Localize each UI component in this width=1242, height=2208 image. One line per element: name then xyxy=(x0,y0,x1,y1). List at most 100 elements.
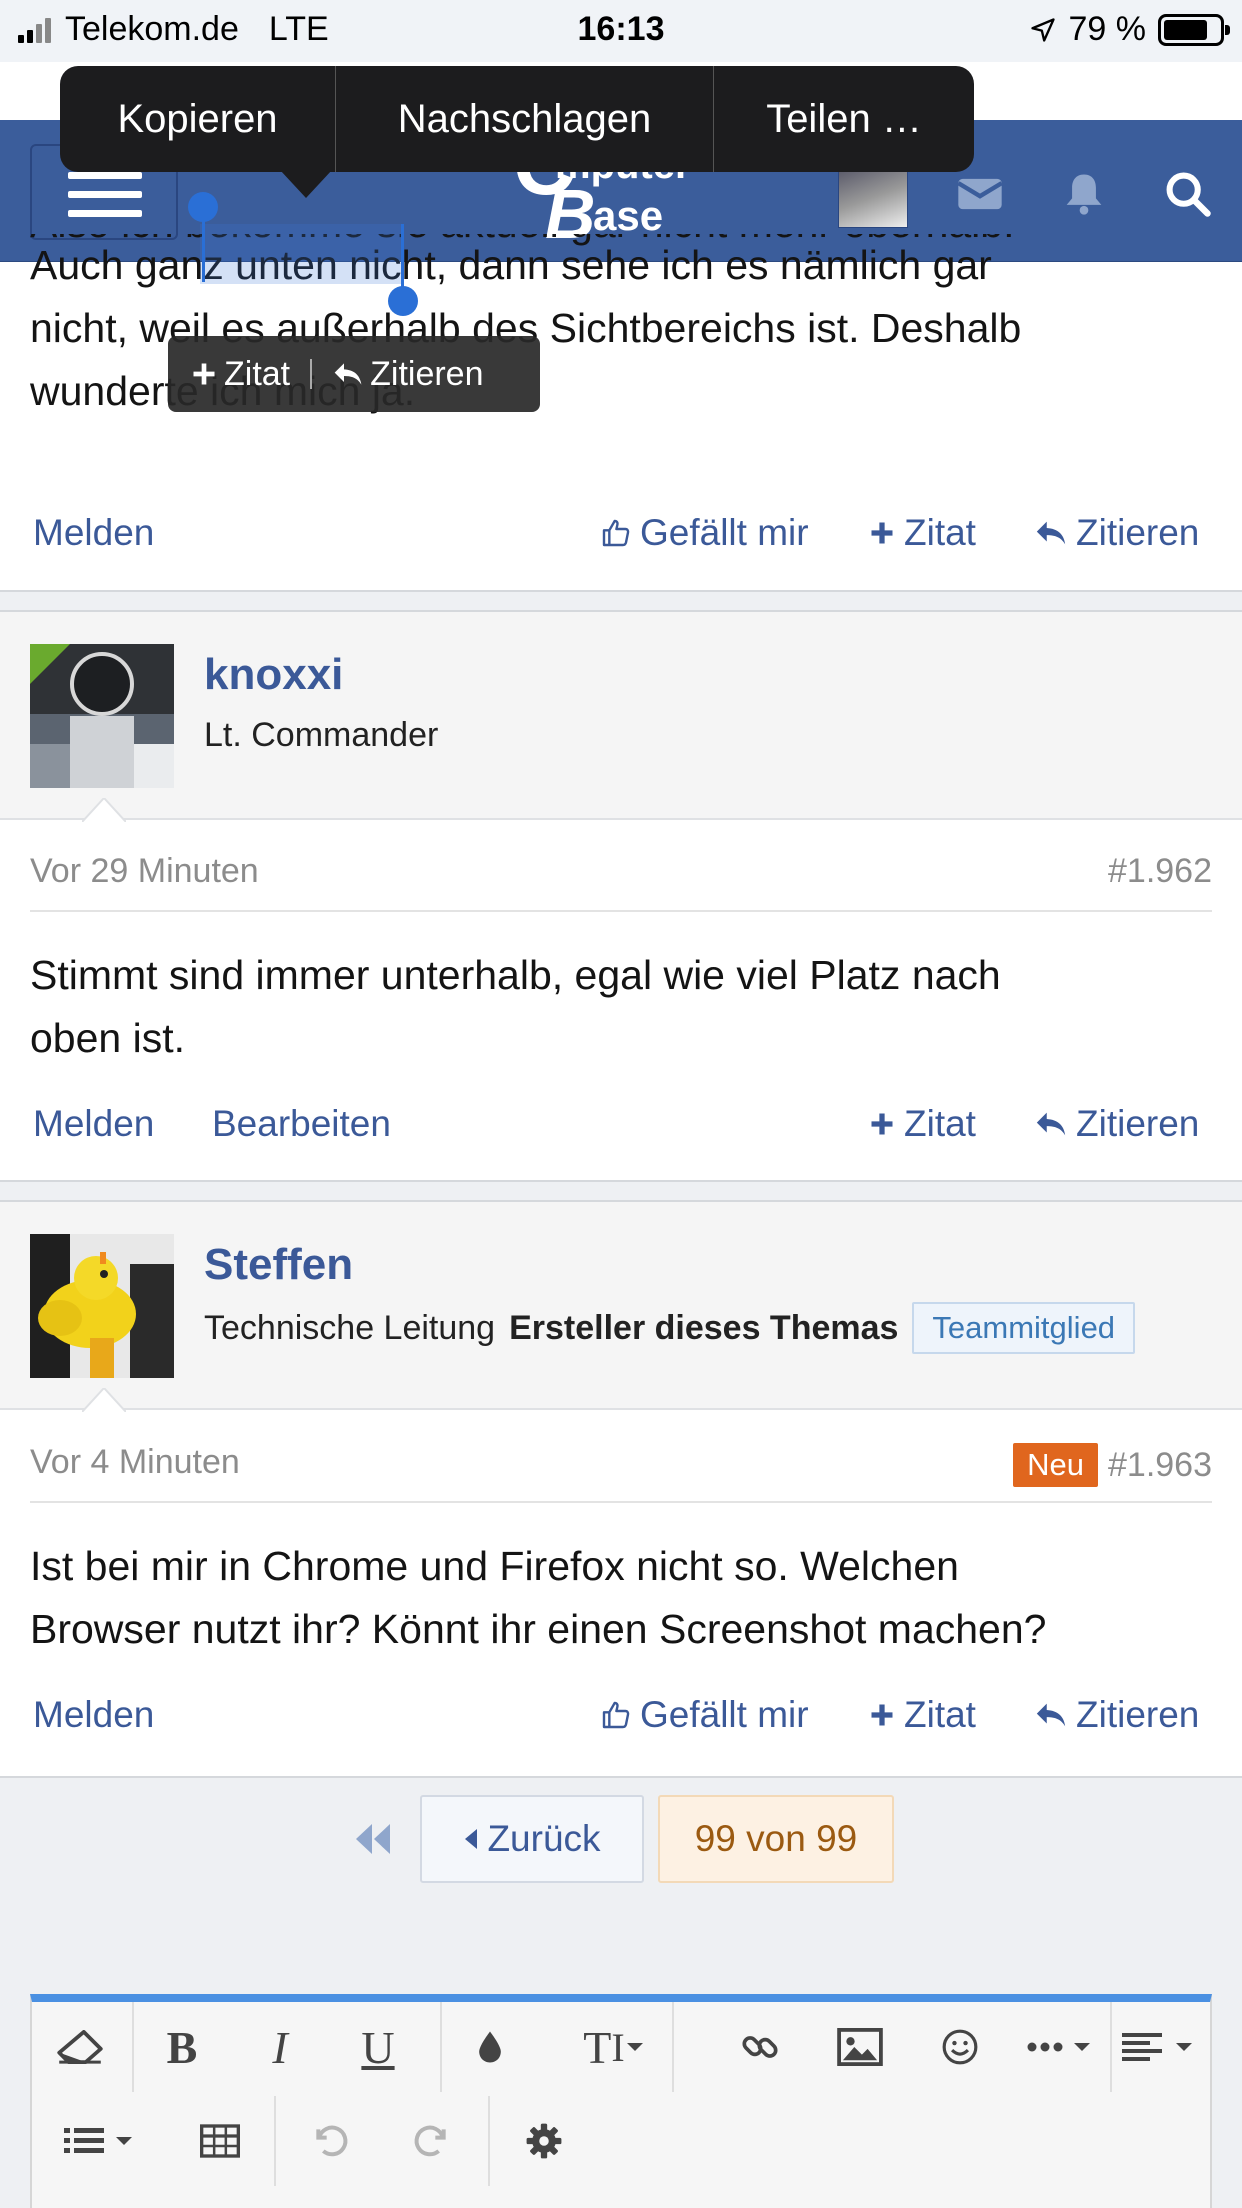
gear-icon[interactable] xyxy=(496,2096,592,2186)
image-icon[interactable] xyxy=(812,2002,908,2092)
italic-icon[interactable]: I xyxy=(232,2002,328,2092)
post-text-line: Browser nutzt ihr? Könnt ihr einen Scree… xyxy=(30,1606,1047,1652)
underline-icon[interactable]: U xyxy=(330,2002,426,2092)
pointer-notch xyxy=(82,1388,126,1412)
status-bar: Telekom.de LTE 16:13 79 % xyxy=(0,0,1242,62)
like-button[interactable]: Gefällt mir xyxy=(600,512,809,554)
username[interactable]: Steffen xyxy=(204,1240,353,1290)
post-body: Stimmt sind immer unterhalb, egal wie vi… xyxy=(30,944,1220,1070)
post-meta: Vor 4 Minuten Neu #1.963 xyxy=(30,1443,1212,1503)
avatar[interactable] xyxy=(30,1234,174,1378)
divider xyxy=(310,359,313,389)
user-title-text: Technische Leitung xyxy=(204,1308,496,1347)
new-badge: Neu xyxy=(1013,1443,1098,1487)
previous-page-button[interactable]: Zurück xyxy=(420,1795,644,1883)
reply-icon xyxy=(1036,521,1066,545)
context-menu-pointer xyxy=(280,170,332,198)
list-icon[interactable] xyxy=(32,2096,172,2186)
quote-button[interactable]: Zitat xyxy=(868,1103,976,1145)
more-icon[interactable] xyxy=(1016,2002,1106,2092)
post-number[interactable]: #1.963 xyxy=(1108,1446,1212,1485)
search-icon[interactable] xyxy=(1162,168,1214,220)
thread-author-label: Ersteller dieses Themas xyxy=(509,1308,899,1347)
report-link[interactable]: Melden xyxy=(33,512,154,554)
copy-menu-item[interactable]: Kopieren xyxy=(60,66,336,172)
username[interactable]: knoxxi xyxy=(204,650,343,700)
plus-icon xyxy=(871,522,893,544)
user-title: Technische Leitung Ersteller dieses Them… xyxy=(204,1302,1136,1354)
reply-editor: B I U TI xyxy=(30,1994,1212,2208)
text-selection[interactable] xyxy=(200,224,404,284)
reply-label: Zitieren xyxy=(1076,1103,1200,1144)
reply-icon xyxy=(334,363,362,385)
pointer-notch xyxy=(82,798,126,822)
location-arrow-icon xyxy=(1030,17,1055,42)
divider xyxy=(672,2002,674,2092)
quote-selection-popup: Zitat Zitieren xyxy=(168,336,540,412)
user-title: Lt. Commander xyxy=(204,716,438,755)
text-context-menu: Kopieren Nachschlagen Teilen … xyxy=(60,66,974,172)
post-separator xyxy=(0,1180,1242,1202)
previous-page-label: Zurück xyxy=(487,1818,601,1859)
lookup-menu-item[interactable]: Nachschlagen xyxy=(336,66,714,172)
quote-selection-zitat-label: Zitat xyxy=(224,354,291,393)
report-link[interactable]: Melden xyxy=(33,1103,154,1145)
report-link[interactable]: Melden xyxy=(33,1694,154,1736)
post-text-line: Stimmt sind immer unterhalb, egal wie vi… xyxy=(30,952,1001,998)
user-info-block: Steffen Technische Leitung Ersteller die… xyxy=(0,1202,1242,1412)
plus-icon xyxy=(871,1704,893,1726)
text-size-icon[interactable]: TI xyxy=(554,2002,674,2092)
bold-icon[interactable]: B xyxy=(134,2002,230,2092)
post-separator xyxy=(0,590,1242,612)
share-menu-item[interactable]: Teilen … xyxy=(714,66,974,172)
user-info-block: knoxxi Lt. Commander xyxy=(0,612,1242,822)
reply-button[interactable]: Zitieren xyxy=(1034,512,1199,554)
battery-percent: 79 % xyxy=(1068,10,1147,48)
user-avatar[interactable] xyxy=(838,166,908,228)
first-page-icon[interactable] xyxy=(354,1822,392,1856)
edit-link[interactable]: Bearbeiten xyxy=(212,1103,391,1145)
quote-button[interactable]: Zitat xyxy=(868,1694,976,1736)
divider xyxy=(274,2096,276,2186)
post-body: Ist bei mir in Chrome und Firefox nicht … xyxy=(30,1535,1220,1661)
team-badge: Teammitglied xyxy=(912,1302,1136,1354)
link-icon[interactable] xyxy=(712,2002,808,2092)
reply-label: Zitieren xyxy=(1076,512,1200,553)
quote-button[interactable]: Zitat xyxy=(868,512,976,554)
align-icon[interactable] xyxy=(1112,2002,1208,2092)
quote-label: Zitat xyxy=(904,512,976,553)
post-time[interactable]: Vor 4 Minuten xyxy=(30,1443,240,1481)
user-title-text: Lt. Commander xyxy=(204,716,439,754)
redo-icon[interactable] xyxy=(384,2096,480,2186)
reply-button[interactable]: Zitieren xyxy=(1034,1103,1199,1145)
avatar[interactable] xyxy=(30,644,174,788)
quote-selection-zitieren-label: Zitieren xyxy=(370,354,484,393)
plus-icon xyxy=(193,363,215,385)
undo-icon[interactable] xyxy=(282,2096,378,2186)
table-icon[interactable] xyxy=(172,2096,268,2186)
post-time[interactable]: Vor 29 Minuten xyxy=(30,852,259,890)
mail-icon[interactable] xyxy=(954,168,1006,220)
smiley-icon[interactable] xyxy=(912,2002,1008,2092)
divider xyxy=(488,2096,490,2186)
like-label: Gefällt mir xyxy=(640,1694,809,1735)
reply-button[interactable]: Zitieren xyxy=(1034,1694,1199,1736)
post-number[interactable]: #1.962 xyxy=(1108,852,1212,891)
bell-icon[interactable] xyxy=(1058,168,1110,220)
like-button[interactable]: Gefällt mir xyxy=(600,1694,809,1736)
quote-selection-zitat[interactable]: Zitat xyxy=(190,355,290,394)
battery-icon xyxy=(1158,13,1230,46)
reply-label: Zitieren xyxy=(1076,1694,1200,1735)
plus-icon xyxy=(871,1113,893,1135)
like-label: Gefällt mir xyxy=(640,512,809,553)
quote-selection-zitieren[interactable]: Zitieren xyxy=(332,354,484,394)
reply-icon xyxy=(1036,1703,1066,1727)
post-meta: Vor 29 Minuten #1.962 xyxy=(30,852,1212,912)
selection-handle-end-dot[interactable] xyxy=(388,286,418,316)
eraser-icon[interactable] xyxy=(32,2002,128,2092)
svg-text:ase: ase xyxy=(593,192,663,239)
selection-handle-start-dot[interactable] xyxy=(188,192,218,222)
color-drop-icon[interactable] xyxy=(442,2002,538,2092)
quote-label: Zitat xyxy=(904,1103,976,1144)
current-page-indicator[interactable]: 99 von 99 xyxy=(658,1795,894,1883)
